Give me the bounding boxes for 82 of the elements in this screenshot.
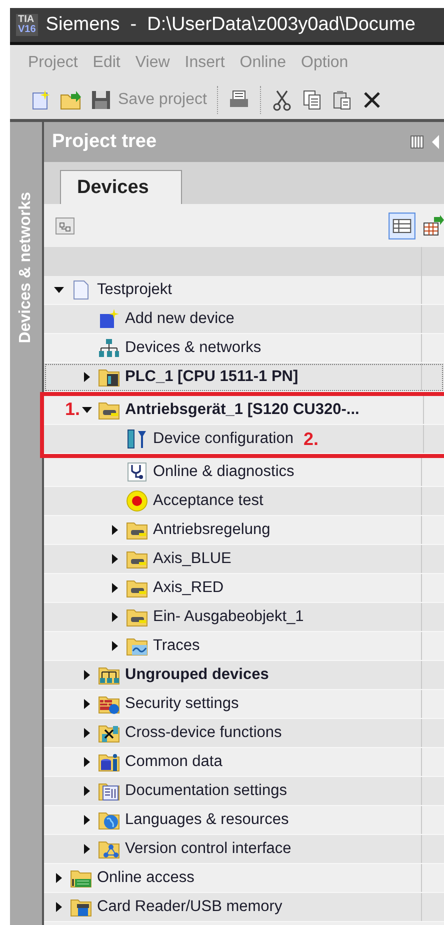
tree-row[interactable]: Card Reader/USB memory [44, 893, 444, 922]
tree-item-label: Security settings [125, 695, 239, 713]
tree-item-label: Ein- Ausgabeobjekt_1 [153, 608, 304, 626]
expand-arrow-icon[interactable] [82, 670, 92, 680]
tree-row[interactable]: Antriebsregelung [44, 516, 444, 545]
tree-row[interactable]: Documentation settings [44, 777, 444, 806]
expand-arrow-icon[interactable] [82, 757, 92, 767]
expand-arrow-icon[interactable] [54, 873, 64, 883]
expand-arrow-icon[interactable] [110, 583, 120, 593]
scissors-icon[interactable] [270, 89, 293, 111]
tree-row[interactable]: Add new device [44, 305, 444, 334]
tree-item-label: Documentation settings [125, 782, 287, 800]
expand-arrow-icon[interactable] [82, 372, 92, 382]
tree-item-label: Axis_BLUE [153, 550, 232, 568]
tree-row[interactable]: Device configuration 2. [44, 425, 444, 454]
tree-item-label: Cross-device functions [125, 724, 282, 742]
tree-item-label: Ungrouped devices [125, 666, 269, 684]
tree-row[interactable]: Version control interface [44, 835, 444, 864]
expand-arrow-icon[interactable] [82, 815, 92, 825]
collapse-arrow-icon[interactable] [82, 405, 92, 415]
new-device-icon [98, 308, 120, 330]
panel-title: Project tree [52, 131, 158, 153]
table-export-icon[interactable] [422, 214, 444, 236]
tree-item-label: Online & diagnostics [153, 463, 294, 481]
list-view-icon[interactable] [388, 212, 416, 240]
target-icon [126, 490, 148, 512]
tree-row[interactable]: Devices & networks [44, 334, 444, 363]
tree-item-label: Traces [153, 637, 200, 655]
split-view-icon[interactable] [410, 135, 424, 149]
window-title: Siemens - D:\UserData\z003y0ad\Docume [46, 14, 416, 36]
tree-item-label: Devices & networks [125, 339, 262, 357]
expand-arrow-icon[interactable] [82, 699, 92, 709]
tree-row[interactable]: 1. Antriebsgerät_1 [S120 CU320-... [44, 396, 444, 425]
tree-item-label: Antriebsregelung [153, 521, 270, 539]
expand-arrow-icon[interactable] [82, 728, 92, 738]
expand-arrow-icon[interactable] [110, 554, 120, 564]
tree-item-label: Antriebsgerät_1 [S120 CU320-... [125, 401, 360, 419]
tab[interactable]: Devices [60, 170, 182, 204]
tree-item-label: Common data [125, 753, 222, 771]
copy-icon[interactable] [300, 89, 323, 111]
database-folder-icon [98, 751, 120, 773]
expand-arrow-icon[interactable] [82, 786, 92, 796]
stethoscope-icon [126, 461, 148, 483]
open-folder-icon[interactable] [60, 89, 82, 111]
wrench-device-icon [126, 428, 148, 450]
tree-item-label: PLC_1 [CPU 1511-1 PN] [125, 368, 298, 386]
tree-item-label: Testprojekt [97, 281, 172, 299]
step-marker: 1. [64, 399, 80, 420]
tree-row[interactable]: Traces [44, 632, 444, 661]
tree-item-label: Acceptance test [153, 492, 264, 510]
network-view-icon[interactable] [54, 214, 76, 236]
new-file-icon[interactable] [30, 89, 52, 111]
paste-icon[interactable] [330, 89, 353, 111]
tree-item-label: Card Reader/USB memory [97, 898, 282, 916]
tree-row[interactable]: Languages & resources [44, 806, 444, 835]
expand-arrow-icon[interactable] [110, 612, 120, 622]
tree-row[interactable]: PLC_1 [CPU 1511-1 PN] [44, 363, 444, 392]
expand-arrow-icon[interactable] [54, 902, 64, 912]
tree-item-label: Axis_RED [153, 579, 224, 597]
tree-item-label: Version control interface [125, 840, 292, 858]
tree-row[interactable]: Testprojekt [44, 276, 444, 305]
tree-row[interactable]: Ungrouped devices [44, 661, 444, 690]
tree-item-label: Online access [97, 869, 194, 887]
expand-arrow-icon[interactable] [110, 641, 120, 651]
tree-row[interactable]: Cross-device functions [44, 719, 444, 748]
network-icon [98, 337, 120, 359]
tree-row[interactable]: Axis_BLUE [44, 545, 444, 574]
collapse-arrow-icon[interactable] [54, 285, 64, 295]
tree-item-label: Add new device [125, 310, 234, 328]
tree-item-label: Device configuration [153, 430, 294, 448]
tree-row[interactable]: Security settings [44, 690, 444, 719]
tree-row[interactable]: Common data [44, 748, 444, 777]
tree-item-label: Languages & resources [125, 811, 289, 829]
step-marker: 2. [303, 428, 318, 450]
tree-row[interactable]: Axis_RED [44, 574, 444, 603]
tree-row[interactable]: Online access [44, 864, 444, 893]
expand-arrow-icon[interactable] [82, 844, 92, 854]
tree-row[interactable]: Online & diagnostics [44, 458, 444, 487]
tree-row[interactable]: Ein- Ausgabeobjekt_1 [44, 603, 444, 632]
tree-row[interactable]: Acceptance test [44, 487, 444, 516]
expand-arrow-icon[interactable] [110, 525, 120, 535]
app-logo: TIA V16 [16, 14, 38, 36]
